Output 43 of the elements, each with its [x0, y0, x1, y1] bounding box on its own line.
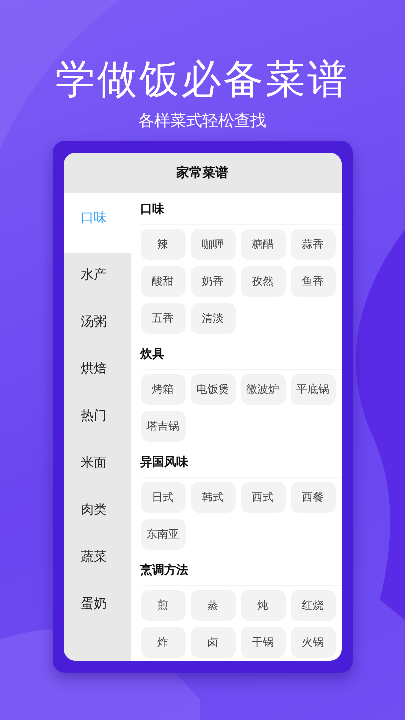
tag-chip[interactable]: 孜然	[240, 266, 286, 297]
sidebar-item[interactable]: 米面	[64, 441, 130, 488]
sidebar-item[interactable]: 肉类	[64, 488, 130, 535]
headline: 学做饭必备菜谱	[56, 56, 350, 104]
tag-chip[interactable]: 咖喱	[190, 229, 236, 260]
tag-chip[interactable]: 奶香	[190, 266, 236, 297]
section-heading: 口味	[140, 193, 342, 225]
tag-chip[interactable]: 日式	[140, 482, 186, 513]
tag-chip[interactable]: 烤箱	[140, 374, 186, 405]
tag-chip[interactable]: 微波炉	[240, 374, 286, 405]
sidebar-item[interactable]: 蛋奶	[64, 582, 130, 629]
tag-chip[interactable]: 西式	[240, 482, 286, 513]
tag-chip[interactable]: 炸	[140, 627, 186, 658]
tag-chip[interactable]: 酸甜	[140, 266, 186, 297]
sidebar-item[interactable]: 水产	[64, 253, 130, 300]
section-heading: 异国风味	[140, 446, 342, 478]
section-heading: 炊具	[140, 338, 342, 370]
tag-chip[interactable]: 东南亚	[140, 519, 186, 550]
tag-chip[interactable]: 西餐	[290, 482, 336, 513]
tag-chip[interactable]: 鱼香	[290, 266, 336, 297]
section-heading: 烹调方法	[140, 554, 342, 586]
tag-chip[interactable]: 炖	[240, 590, 286, 621]
tag-chip[interactable]: 红烧	[290, 590, 336, 621]
tag-chip[interactable]: 塔吉锅	[140, 411, 186, 442]
tag-chip[interactable]: 韩式	[190, 482, 236, 513]
screen-title: 家常菜谱	[176, 164, 228, 182]
tag-chip[interactable]: 电饭煲	[190, 374, 236, 405]
tag-chip[interactable]: 火锅	[290, 627, 336, 658]
subheadline: 各样菜式轻松查找	[138, 110, 266, 132]
tag-chip[interactable]: 蒜香	[290, 229, 336, 260]
sidebar-item[interactable]: 烘焙	[64, 347, 130, 394]
tag-chip[interactable]: 蒸	[190, 590, 236, 621]
tag-chip[interactable]: 五香	[140, 303, 186, 334]
tag-chip[interactable]: 卤	[190, 627, 236, 658]
tag-chip[interactable]: 清淡	[190, 303, 236, 334]
sidebar-item[interactable]: 汤粥	[64, 300, 130, 347]
tag-chip[interactable]: 干锅	[240, 627, 286, 658]
tag-chip[interactable]: 糖醋	[240, 229, 286, 260]
sidebar-item[interactable]: 热门	[64, 394, 130, 441]
tag-chip[interactable]: 平底锅	[290, 374, 336, 405]
sidebar-item[interactable]: 蔬菜	[64, 535, 130, 582]
tag-chip[interactable]: 辣	[140, 229, 186, 260]
tag-chip[interactable]: 煎	[140, 590, 186, 621]
